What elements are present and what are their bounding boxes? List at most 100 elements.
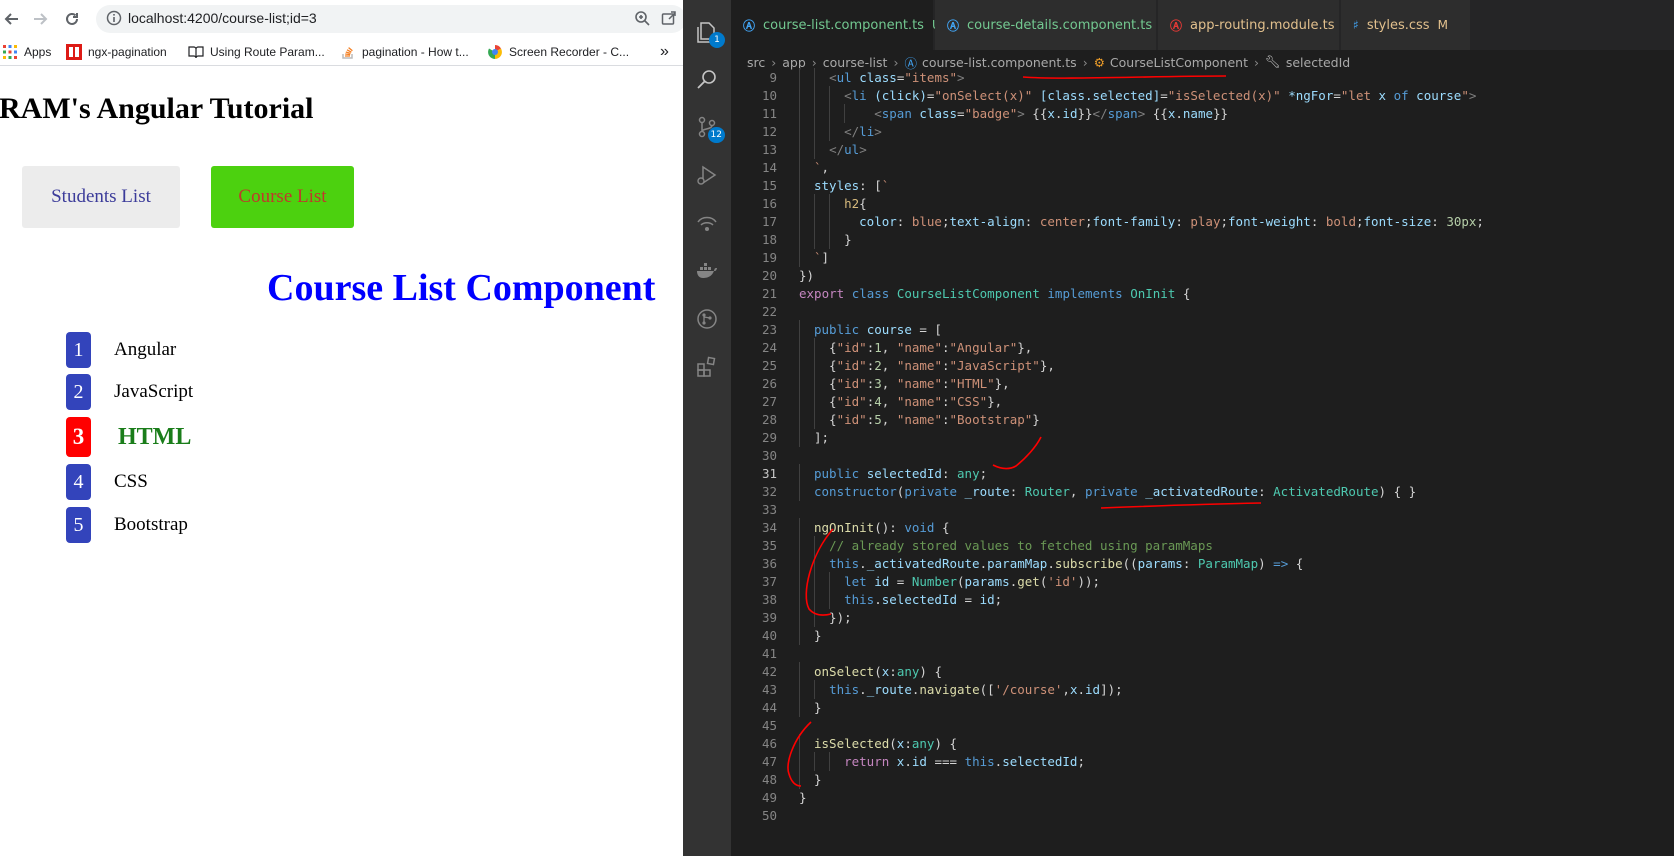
search-icon[interactable] — [683, 55, 731, 103]
tab-course-list-component[interactable]: Ⓐ course-list.component.ts U ● — [731, 0, 959, 50]
site-info-icon[interactable] — [106, 10, 122, 31]
code-line[interactable]: 22 — [731, 302, 1674, 321]
back-arrow-icon[interactable] — [0, 7, 24, 31]
code-line[interactable]: 16 h2{ — [731, 194, 1674, 213]
students-list-button[interactable]: Students List — [22, 166, 180, 228]
source-control-icon[interactable]: 12 — [683, 103, 731, 151]
code-token: blue — [911, 214, 942, 229]
docker-icon[interactable] — [683, 247, 731, 295]
code-line[interactable]: 30 — [731, 446, 1674, 465]
code-line[interactable]: 40} — [731, 626, 1674, 645]
code-token: _route — [964, 484, 1010, 499]
tab-course-details-component[interactable]: Ⓐ course-details.component.ts U — [935, 0, 1169, 50]
remote-explorer-icon[interactable] — [683, 199, 731, 247]
bookmark-apps[interactable]: Apps — [2, 42, 51, 62]
course-id-badge: 2 — [66, 374, 91, 410]
code-token: = — [1160, 88, 1168, 103]
code-text: h2{ — [814, 194, 867, 213]
course-name: Bootstrap — [114, 514, 188, 535]
code-line[interactable]: 27 {"id":4, "name":"CSS"}, — [731, 392, 1674, 411]
code-token: ParamMap — [1197, 556, 1259, 571]
code-line[interactable]: 20}) — [731, 266, 1674, 285]
code-line[interactable]: 15 styles: [` — [731, 176, 1674, 195]
code-line[interactable]: 48} — [731, 770, 1674, 789]
code-line[interactable]: 29]; — [731, 428, 1674, 447]
code-token: 5 — [874, 412, 882, 427]
code-line[interactable]: 33 — [731, 500, 1674, 519]
code-line[interactable]: 31 public selectedId: any; — [731, 464, 1674, 483]
code-token: </ — [829, 142, 845, 157]
code-line[interactable]: 17 color: blue;text-align: center;font-f… — [731, 212, 1674, 231]
code-line[interactable]: 14 `, — [731, 158, 1674, 177]
bookmark-screen-recorder[interactable]: Screen Recorder - C... — [487, 42, 629, 62]
code-line[interactable]: 49} — [731, 788, 1674, 807]
course-list-item[interactable]: 4 CSS — [66, 464, 266, 500]
code-line[interactable]: 39 }); — [731, 608, 1674, 627]
course-list-button[interactable]: Course List — [211, 166, 354, 228]
url-text[interactable]: localhost:4200/course-list;id=3 — [128, 10, 317, 26]
code-line[interactable]: 47 return x.id === this.selectedId; — [731, 752, 1674, 771]
code-line[interactable]: 42 onSelect(x:any) { — [731, 662, 1674, 681]
code-line[interactable]: 12 </li> — [731, 122, 1674, 141]
bookmark-ngx-pagination[interactable]: ngx-pagination — [66, 42, 167, 62]
code-line[interactable]: 32 constructor(private _route: Router, pr… — [731, 482, 1674, 501]
run-debug-icon[interactable] — [683, 151, 731, 199]
code-token: _activatedRoute — [866, 556, 980, 571]
extensions-icon[interactable] — [683, 343, 731, 391]
git-graph-icon[interactable] — [683, 295, 731, 343]
tab-styles-css[interactable]: ♯ styles.css M — [1341, 0, 1471, 50]
code-line[interactable]: 45 — [731, 716, 1674, 735]
code-line[interactable]: 44} — [731, 698, 1674, 717]
course-list-item[interactable]: 1 Angular — [66, 332, 266, 368]
code-line[interactable]: 50 — [731, 806, 1674, 825]
bookmark-route-param[interactable]: Using Route Param... — [188, 42, 325, 62]
code-line[interactable]: 25 {"id":2, "name":"JavaScript"}, — [731, 356, 1674, 375]
code-token: = — [1333, 88, 1341, 103]
reload-icon[interactable] — [60, 7, 84, 31]
code-line[interactable]: 9 <ul class="items"> — [731, 68, 1674, 87]
code-text: this._route.navigate(['/course',x.id]); — [814, 680, 1123, 699]
code-line[interactable]: 26 {"id":3, "name":"HTML"}, — [731, 374, 1674, 393]
explorer-files-icon[interactable]: 1 — [683, 8, 731, 56]
course-list-item[interactable]: 5 Bootstrap — [66, 507, 266, 543]
forward-arrow-icon[interactable] — [28, 7, 52, 31]
code-line[interactable]: 10 <li (click) = "onSelect(x)" [class.sele… — [731, 86, 1674, 105]
code-line[interactable]: 21 export class CourseListComponent imple… — [731, 284, 1674, 303]
bookmark-pagination[interactable]: pagination - How t... — [340, 42, 469, 62]
more-bookmarks-chevron-icon[interactable]: » — [660, 42, 669, 62]
code-token: { — [814, 412, 837, 427]
share-icon[interactable] — [661, 10, 677, 31]
address-bar[interactable]: localhost:4200/course-list;id=3 — [96, 5, 683, 33]
code-line[interactable]: 35 // already stored values to fetched u… — [731, 536, 1674, 555]
line-number: 17 — [761, 214, 777, 229]
course-list-item[interactable]: 2 JavaScript — [66, 374, 266, 410]
code-line[interactable]: 38 this.selectedId = id; — [731, 590, 1674, 609]
code-line[interactable]: 18 } — [731, 230, 1674, 249]
code-token: 3 — [874, 376, 882, 391]
code-line[interactable]: 36 this._activatedRoute.paramMap.subscri… — [731, 554, 1674, 573]
code-line[interactable]: 41 — [731, 644, 1674, 663]
browser-window: localhost:4200/course-list;id=3 Apps ngx… — [0, 0, 683, 856]
code-line[interactable]: 13 </ul> — [731, 140, 1674, 159]
code-line[interactable]: 46 isSelected(x:any) { — [731, 734, 1674, 753]
course-list-item-selected[interactable]: 3 HTML — [66, 417, 266, 457]
code-line[interactable]: 23 public course = [ — [731, 320, 1674, 339]
code-line[interactable]: 11 <span class="badge"> {{x.id}}</span> … — [731, 104, 1674, 123]
code-editor[interactable]: 9 <ul class="items"> 10 <li (click)="onSe… — [731, 68, 1674, 856]
code-line[interactable]: 28 {"id":5, "name":"Bootstrap"} — [731, 410, 1674, 429]
code-line[interactable]: 43 this._route.navigate(['/course',x.id]… — [731, 680, 1674, 699]
code-line[interactable]: 19 `] — [731, 248, 1674, 267]
tab-app-routing-module[interactable]: Ⓐ app-routing.module.ts M — [1158, 0, 1353, 50]
code-text: ngOnInit(): void { — [814, 518, 950, 537]
tab-label: course-list.component.ts — [763, 17, 924, 33]
zoom-icon[interactable] — [634, 10, 650, 31]
code-token: h2 — [844, 196, 860, 211]
bookmarks-bar: Apps ngx-pagination Using Route Param...… — [0, 38, 683, 66]
code-line[interactable]: 24 {"id":1, "name":"Angular"}, — [731, 338, 1674, 357]
code-token: _route — [866, 682, 912, 697]
code-line[interactable]: 34 ngOnInit(): void { — [731, 518, 1674, 537]
code-line[interactable]: 37 let id = Number(params.get('id')); — [731, 572, 1674, 591]
